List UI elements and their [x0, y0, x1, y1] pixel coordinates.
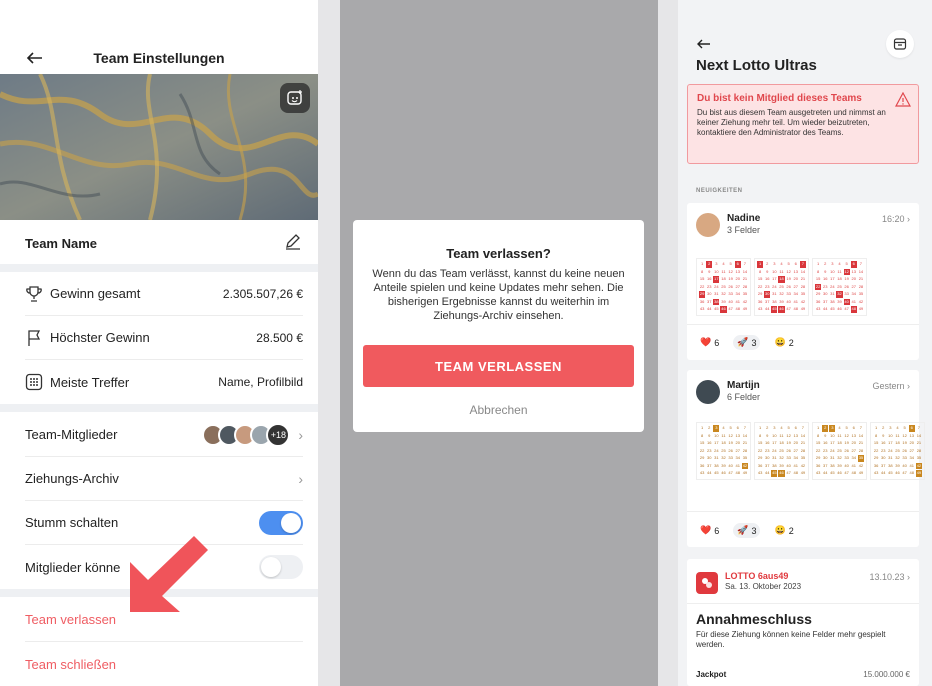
post-time: Gestern › [872, 381, 910, 391]
avatar [696, 213, 720, 237]
lotto-name: LOTTO 6aus49 [725, 571, 789, 581]
leave-team-dialog: Team verlassen? Wenn du das Team verläss… [353, 220, 644, 432]
change-image-button[interactable] [280, 83, 310, 113]
lotto-date: Sa. 13. Oktober 2023 [725, 582, 802, 591]
ticket-grid: 1234567 8 9 10 11 12 13 14 15 16 17 18 19 20 21 22 23… [696, 422, 925, 480]
archive-icon [893, 38, 907, 50]
team-view-screen: Next Lotto Ultras Du bist kein Mitglied … [678, 0, 932, 686]
warning-title: Du bist kein Mitglied dieses Teams [697, 93, 862, 104]
team-cover-image [0, 74, 318, 220]
chevron-right-icon: › [298, 470, 303, 487]
closing-text: Für diese Ziehung können keine Felder me… [696, 630, 886, 649]
lotto-time: 13.10.23 › [869, 572, 910, 582]
archive-label: Ziehungs-Archiv [25, 471, 119, 486]
team-title: Next Lotto Ultras [696, 57, 817, 74]
draw-archive-row[interactable]: Ziehungs-Archiv › [25, 457, 303, 501]
lotto-ticket: 1234567 8 9 10 11 12 13 14 15 16 17 18 19 20 21 22 23… [870, 422, 925, 480]
stat-row-highest-win: Höchster Gewinn 28.500 € [25, 316, 303, 360]
trophy-icon [26, 285, 42, 302]
more-members-badge: +18 [266, 422, 291, 447]
flag-icon [28, 329, 41, 346]
news-post[interactable]: Nadine 3 Felder 16:20 › 1234567 8 9 10 11 12… [687, 203, 919, 360]
post-subtitle: 6 Felder [727, 392, 761, 402]
reaction-heart[interactable]: ❤️ 6 [696, 335, 723, 350]
lotto-ticket: 1234567 8 9 10 11 12 13 14 15 16 17 18 19 20 21 22 23… [696, 422, 751, 480]
settings-header: Team Einstellungen [0, 46, 318, 72]
reactions-bar: ❤️ 6 🚀 3 😀 2 [696, 523, 798, 538]
lotto-ticket: 1234567 8 9 10 11 12 13 14 15 16 17 18 19 20 21 22 23… [812, 258, 867, 316]
closing-title: Annahmeschluss [696, 611, 812, 627]
post-subtitle: 3 Felder [727, 225, 761, 235]
stat-value: Name, Profilbild [218, 375, 303, 389]
warning-text: Du bist aus diesem Team ausgetreten und … [697, 108, 886, 137]
divider [687, 603, 919, 604]
grid-dots-icon [25, 373, 43, 391]
back-arrow-icon[interactable] [696, 36, 712, 52]
page-title: Team Einstellungen [93, 50, 225, 66]
divider [687, 511, 919, 512]
reaction-smile[interactable]: 😀 2 [770, 335, 797, 350]
stat-label: Höchster Gewinn [50, 330, 150, 345]
lotto-draw-card[interactable]: LOTTO 6aus49 Sa. 13. Oktober 2023 13.10.… [687, 559, 919, 686]
team-name-label: Team Name [25, 236, 98, 251]
news-section-label: NEUIGKEITEN [696, 188, 743, 194]
pencil-icon[interactable] [284, 232, 302, 250]
lotto-logo-icon [696, 572, 718, 594]
lotto-ticket: 1234567 8 9 10 11 12 13 14 15 16 17 18 19 20 21 22 23… [754, 422, 809, 480]
leave-dialog-screen: Team verlassen? Wenn du das Team verläss… [340, 0, 658, 686]
archive-button[interactable] [886, 30, 914, 58]
member-avatars: +18 [202, 422, 291, 447]
stat-label: Gewinn gesamt [50, 286, 141, 301]
close-team-label: Team schließen [25, 656, 117, 672]
dialog-text: Wenn du das Team verlässt, kannst du kei… [372, 268, 625, 322]
team-members-row[interactable]: Team-Mitglieder +18 › [25, 413, 303, 457]
post-author: Martijn [727, 380, 760, 391]
team-name-row[interactable]: Team Name [0, 220, 318, 264]
stat-value: 28.500 € [256, 330, 303, 345]
close-team-button[interactable]: Team schließen [25, 642, 303, 686]
section-divider [0, 264, 318, 272]
jackpot-label: Jackpot [696, 670, 727, 679]
reaction-smile[interactable]: 😀 2 [770, 523, 797, 538]
confirm-leave-button[interactable]: TEAM VERLASSEN [363, 345, 634, 387]
lotto-ticket: 1234567 8 9 10 11 12 13 14 15 16 17 18 19 20 21 22 23… [754, 258, 809, 316]
news-post[interactable]: Martijn 6 Felder Gestern › 1234567 8 9 10 1… [687, 370, 925, 547]
reaction-rocket[interactable]: 🚀 3 [733, 335, 761, 350]
mute-toggle[interactable] [259, 510, 303, 535]
leave-team-label: Team verlassen [25, 612, 117, 627]
lotto-ticket: 1234567 8 9 10 11 12 13 14 15 16 17 18 19 20 21 22 23… [696, 258, 751, 316]
section-divider [0, 404, 318, 412]
post-author: Nadine [727, 213, 761, 224]
image-add-icon [287, 90, 302, 105]
reaction-rocket[interactable]: 🚀 3 [733, 523, 761, 538]
members-can-toggle[interactable] [259, 555, 303, 579]
reaction-heart[interactable]: ❤️ 6 [696, 523, 723, 538]
members-label: Team-Mitglieder [25, 427, 118, 442]
lotto-ticket: 1234567 8 9 10 11 12 13 14 15 16 17 18 19 20 21 22 23… [812, 422, 867, 480]
stat-row-total-win: Gewinn gesamt 2.305.507,26 € [25, 272, 303, 316]
jackpot-value: 15.000.000 € [863, 670, 910, 679]
warning-triangle-icon [895, 92, 911, 107]
chevron-right-icon: › [298, 426, 303, 443]
team-settings-screen: Team Einstellungen Team Name Gewinn gesa… [0, 0, 318, 686]
annotation-arrow-icon [130, 536, 208, 612]
divider [687, 324, 919, 325]
post-time: 16:20 › [881, 214, 910, 224]
not-member-warning: Du bist kein Mitglied dieses Teams Du bi… [687, 84, 919, 164]
cancel-button[interactable]: Abbrechen [353, 403, 644, 417]
stat-label: Meiste Treffer [50, 374, 130, 390]
dialog-title: Team verlassen? [446, 246, 551, 261]
ticket-grid: 1234567 8 9 10 11 12 13 14 15 16 17 18 19 20 21 22 23… [696, 258, 867, 316]
reactions-bar: ❤️ 6 🚀 3 😀 2 [696, 335, 798, 350]
avatar [696, 380, 720, 404]
stat-row-most-hits: Meiste Treffer Name, Profilbild [25, 360, 303, 404]
stat-value: 2.305.507,26 € [222, 286, 303, 301]
